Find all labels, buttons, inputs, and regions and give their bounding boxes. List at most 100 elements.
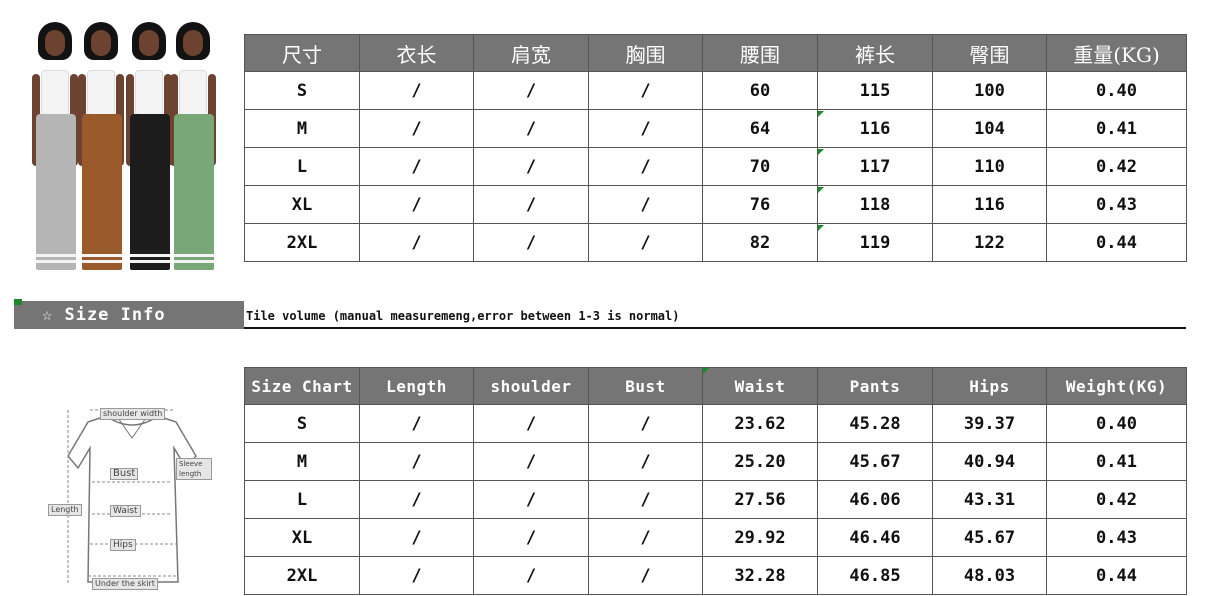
measurement-note: Tile volume (manual measuremeng,error be… xyxy=(246,309,680,323)
en-table-cell: L xyxy=(244,480,360,519)
en-table-cell: 2XL xyxy=(244,556,360,595)
cn-table-cell: 0.42 xyxy=(1046,147,1187,186)
diagram-label-length: Length xyxy=(48,504,82,516)
en-table-header-cell: shoulder xyxy=(473,367,589,405)
en-table-cell: 46.06 xyxy=(817,480,933,519)
divider xyxy=(244,327,1186,329)
en-table-cell: / xyxy=(473,556,589,595)
measurement-diagram: shoulder width Sleeve length Bust Waist … xyxy=(48,404,216,592)
cn-table-cell: / xyxy=(473,147,589,186)
cn-table-cell: / xyxy=(588,223,703,262)
en-table-cell: / xyxy=(588,556,703,595)
cn-table-cell: / xyxy=(473,109,589,148)
size-info-label: ☆ Size Info xyxy=(42,305,166,325)
cn-table-cell: 2XL xyxy=(244,223,360,262)
en-table-header-cell: Bust xyxy=(588,367,703,405)
cn-table-cell: / xyxy=(359,147,474,186)
cn-table-cell: / xyxy=(359,71,474,110)
en-table-cell: / xyxy=(588,442,703,481)
en-table-cell: / xyxy=(473,480,589,519)
en-table-cell: 0.41 xyxy=(1046,442,1187,481)
en-table-cell: 23.62 xyxy=(702,404,818,443)
model-figure xyxy=(168,18,218,273)
cn-table-header-cell: 衣长 xyxy=(359,34,474,72)
cn-table-cell: 117 xyxy=(817,147,933,186)
cell-marker xyxy=(818,225,824,231)
en-table-cell: / xyxy=(588,518,703,557)
en-table-cell: 0.44 xyxy=(1046,556,1187,595)
cn-table-cell: 115 xyxy=(817,71,933,110)
en-table-cell: M xyxy=(244,442,360,481)
diagram-label-waist: Waist xyxy=(110,505,141,517)
en-table-cell: 48.03 xyxy=(932,556,1047,595)
en-table-cell: / xyxy=(359,404,474,443)
en-table-cell: XL xyxy=(244,518,360,557)
cn-table-header-cell: 胸围 xyxy=(588,34,703,72)
cn-table-cell: / xyxy=(359,223,474,262)
cell-marker xyxy=(818,187,824,193)
model-figure xyxy=(124,18,174,273)
cn-table-header-cell: 重量(KG) xyxy=(1046,34,1187,72)
en-table-cell: / xyxy=(588,404,703,443)
en-table-header-cell: Pants xyxy=(817,367,933,405)
table-row: S / //60 115 100 0.40 xyxy=(244,71,1187,110)
en-table-cell: 0.40 xyxy=(1046,404,1187,443)
en-table-cell: 29.92 xyxy=(702,518,818,557)
diagram-label-sleeve: Sleeve length xyxy=(176,458,212,480)
table-row: 2XL / //32.28 46.85 48.03 0.44 xyxy=(244,556,1187,595)
cn-table-cell: 100 xyxy=(932,71,1047,110)
cn-table-header-cell: 尺寸 xyxy=(244,34,360,72)
en-table-header-cell: Length xyxy=(359,367,474,405)
en-table-cell: / xyxy=(588,480,703,519)
cn-table-cell: L xyxy=(244,147,360,186)
cn-table-cell: 0.40 xyxy=(1046,71,1187,110)
dress-outline xyxy=(67,409,197,584)
cn-table-cell: 104 xyxy=(932,109,1047,148)
cn-table-cell: 70 xyxy=(702,147,818,186)
model-figure xyxy=(76,18,126,273)
en-table-cell: / xyxy=(359,480,474,519)
cell-marker xyxy=(818,111,824,117)
table-row: L / //70 117 110 0.42 xyxy=(244,147,1187,186)
cn-table-cell: / xyxy=(359,185,474,224)
cn-table-cell: 119 xyxy=(817,223,933,262)
en-table-cell: 0.42 xyxy=(1046,480,1187,519)
table-row: L / //27.56 46.06 43.31 0.42 xyxy=(244,480,1187,519)
en-table-header-cell: Size Chart xyxy=(244,367,360,405)
en-table-cell: 25.20 xyxy=(702,442,818,481)
cn-table-cell: 110 xyxy=(932,147,1047,186)
size-table-en: Size Chart Length shoulder Bust Waist Pants Hi… xyxy=(244,367,1187,595)
cn-table-header-cell: 肩宽 xyxy=(473,34,589,72)
cn-table-cell: S xyxy=(244,71,360,110)
cn-table-cell: 0.44 xyxy=(1046,223,1187,262)
en-table-cell: 0.43 xyxy=(1046,518,1187,557)
cn-table-cell: 0.43 xyxy=(1046,185,1187,224)
cn-table-cell: / xyxy=(359,109,474,148)
cn-table-cell: 82 xyxy=(702,223,818,262)
cn-table-cell: 76 xyxy=(702,185,818,224)
cn-table-cell: 122 xyxy=(932,223,1047,262)
diagram-label-bust: Bust xyxy=(110,468,139,480)
en-table-cell: 40.94 xyxy=(932,442,1047,481)
cn-table-cell: / xyxy=(473,185,589,224)
en-table-cell: 45.67 xyxy=(932,518,1047,557)
table-row: S / //23.62 45.28 39.37 0.40 xyxy=(244,404,1187,443)
en-table-cell: / xyxy=(473,404,589,443)
cn-table-cell: / xyxy=(588,185,703,224)
cn-table-cell: 0.41 xyxy=(1046,109,1187,148)
en-table-cell: / xyxy=(359,442,474,481)
table-row: XL / //29.92 46.46 45.67 0.43 xyxy=(244,518,1187,557)
en-table-cell: 46.46 xyxy=(817,518,933,557)
table-row: M / //64 116 104 0.41 xyxy=(244,109,1187,148)
cn-table-cell: 116 xyxy=(932,185,1047,224)
cn-table-header-cell: 腰围 xyxy=(702,34,818,72)
size-table-cn: 尺寸 衣长 肩宽 胸围 腰围 裤长 臀围 重量(KG) S / //60 115 100 0.40 M / /… xyxy=(244,34,1187,262)
en-table-cell: / xyxy=(473,518,589,557)
en-table-cell: 27.56 xyxy=(702,480,818,519)
en-table-cell: 39.37 xyxy=(932,404,1047,443)
diagram-label-shoulder: shoulder width xyxy=(100,408,166,420)
table-row: 2XL / //82 119 122 0.44 xyxy=(244,223,1187,262)
cn-table-cell: 64 xyxy=(702,109,818,148)
cn-table-cell: 118 xyxy=(817,185,933,224)
en-table-cell: 45.28 xyxy=(817,404,933,443)
